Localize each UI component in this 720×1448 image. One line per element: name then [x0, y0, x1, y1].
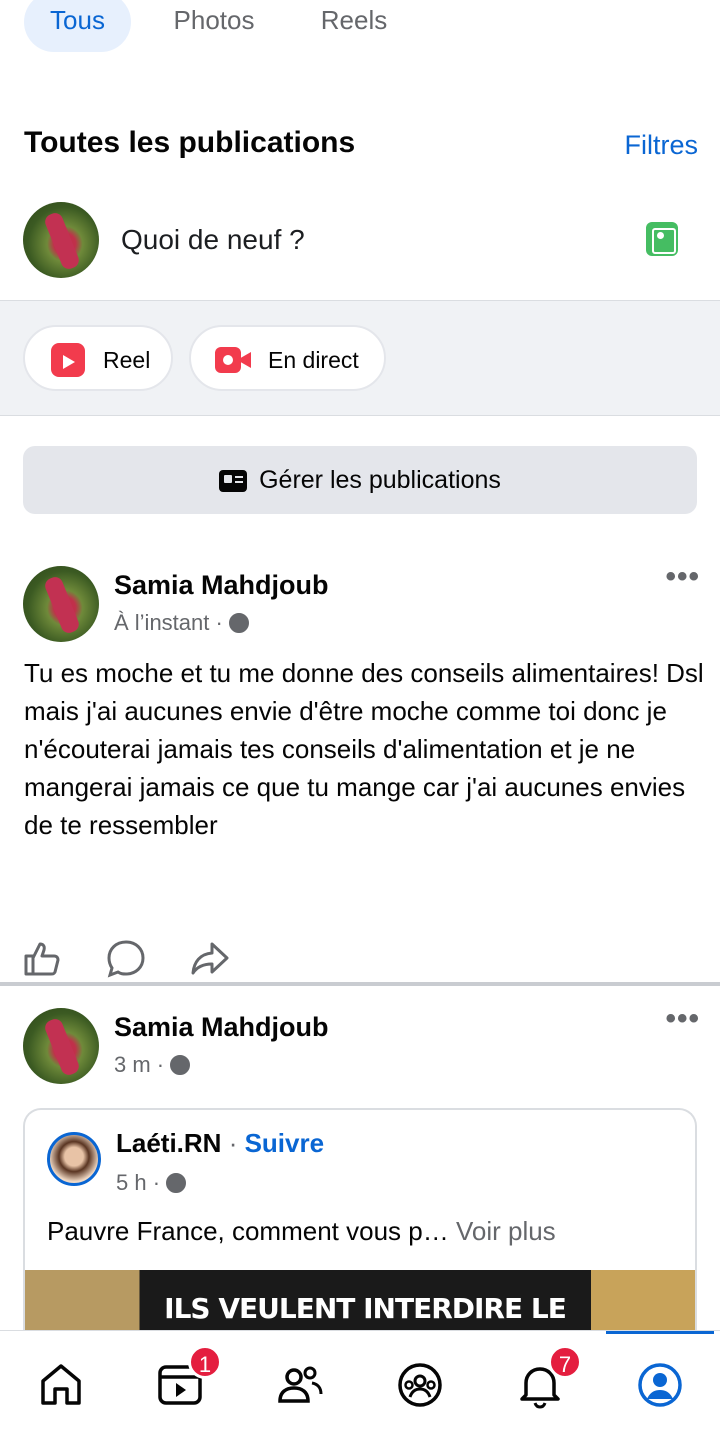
globe-icon — [166, 1173, 187, 1193]
tab-all[interactable]: Tous — [24, 0, 131, 52]
post-card: Samia Mahdjoub 3 m · ••• — [0, 1002, 720, 1108]
post-meta: 3 m · — [114, 1052, 191, 1078]
home-icon[interactable] — [35, 1359, 87, 1411]
comment-icon[interactable] — [106, 938, 146, 978]
shared-author-line: Laéti.RN · Suivre — [116, 1128, 325, 1158]
video-camera-icon — [215, 347, 251, 373]
filter-tabs: Tous Photos Reels — [0, 0, 720, 60]
video-tab[interactable]: 1 — [154, 1345, 222, 1411]
profile-icon[interactable] — [634, 1359, 686, 1411]
manage-posts-button[interactable]: Gérer les publications — [23, 446, 697, 514]
shared-time[interactable]: 5 h — [116, 1170, 147, 1195]
create-actions: Reel En direct — [0, 300, 720, 416]
reel-label: Reel — [103, 347, 151, 373]
tab-photos[interactable]: Photos — [150, 0, 278, 52]
share-icon[interactable] — [190, 938, 230, 978]
avatar[interactable] — [23, 202, 99, 278]
shared-author[interactable]: Laéti.RN — [116, 1128, 221, 1158]
tab-reels[interactable]: Reels — [300, 0, 408, 52]
more-options-icon[interactable]: ••• — [665, 560, 700, 594]
groups-icon[interactable] — [394, 1359, 446, 1411]
reel-button[interactable]: Reel — [23, 325, 173, 391]
avatar[interactable] — [23, 566, 99, 642]
friends-icon[interactable] — [274, 1359, 326, 1411]
composer-placeholder[interactable]: Quoi de neuf ? — [121, 224, 305, 256]
manage-posts-icon — [219, 470, 248, 492]
post-text: Tu es moche et tu me donne des conseils … — [24, 658, 704, 840]
notifications-tab[interactable]: 7 — [514, 1345, 582, 1411]
post-time[interactable]: À l’instant — [114, 610, 209, 635]
post-author[interactable]: Samia Mahdjoub — [114, 570, 329, 601]
post-author[interactable]: Samia Mahdjoub — [114, 1012, 329, 1043]
globe-icon — [170, 1055, 191, 1075]
more-options-icon[interactable]: ••• — [665, 1002, 700, 1036]
shared-text: Pauvre France, comment vous p… — [47, 1216, 449, 1246]
post-divider — [0, 982, 720, 986]
active-tab-indicator — [606, 1331, 714, 1334]
shared-meta: 5 h · — [116, 1170, 187, 1196]
globe-icon — [228, 613, 249, 633]
live-label: En direct — [268, 347, 359, 373]
notifications-badge: 7 — [548, 1345, 582, 1379]
avatar[interactable] — [47, 1132, 101, 1186]
shared-text-line: Pauvre France, comment vous p… Voir plus — [47, 1216, 556, 1247]
follow-button[interactable]: Suivre — [245, 1128, 325, 1158]
see-more-link[interactable]: Voir plus — [456, 1216, 556, 1246]
post-time[interactable]: 3 m — [114, 1052, 151, 1077]
post-composer[interactable]: Quoi de neuf ? — [0, 200, 720, 282]
reel-icon — [51, 343, 85, 377]
section-title: Toutes les publications — [24, 126, 356, 159]
video-badge: 1 — [188, 1345, 222, 1379]
bottom-nav: 1 7 — [0, 1330, 720, 1448]
filters-link[interactable]: Filtres — [625, 130, 699, 161]
post-actions — [22, 938, 262, 978]
live-button[interactable]: En direct — [189, 325, 386, 391]
shared-post[interactable]: Laéti.RN · Suivre 5 h · Pauvre France, c… — [23, 1108, 697, 1348]
post-meta: À l’instant · — [114, 610, 249, 636]
post-card: Samia Mahdjoub À l’instant · ••• Tu es m… — [0, 560, 720, 978]
photo-icon[interactable] — [646, 222, 678, 256]
manage-posts-label: Gérer les publications — [259, 466, 501, 494]
like-icon[interactable] — [22, 938, 62, 978]
avatar[interactable] — [23, 1008, 99, 1084]
